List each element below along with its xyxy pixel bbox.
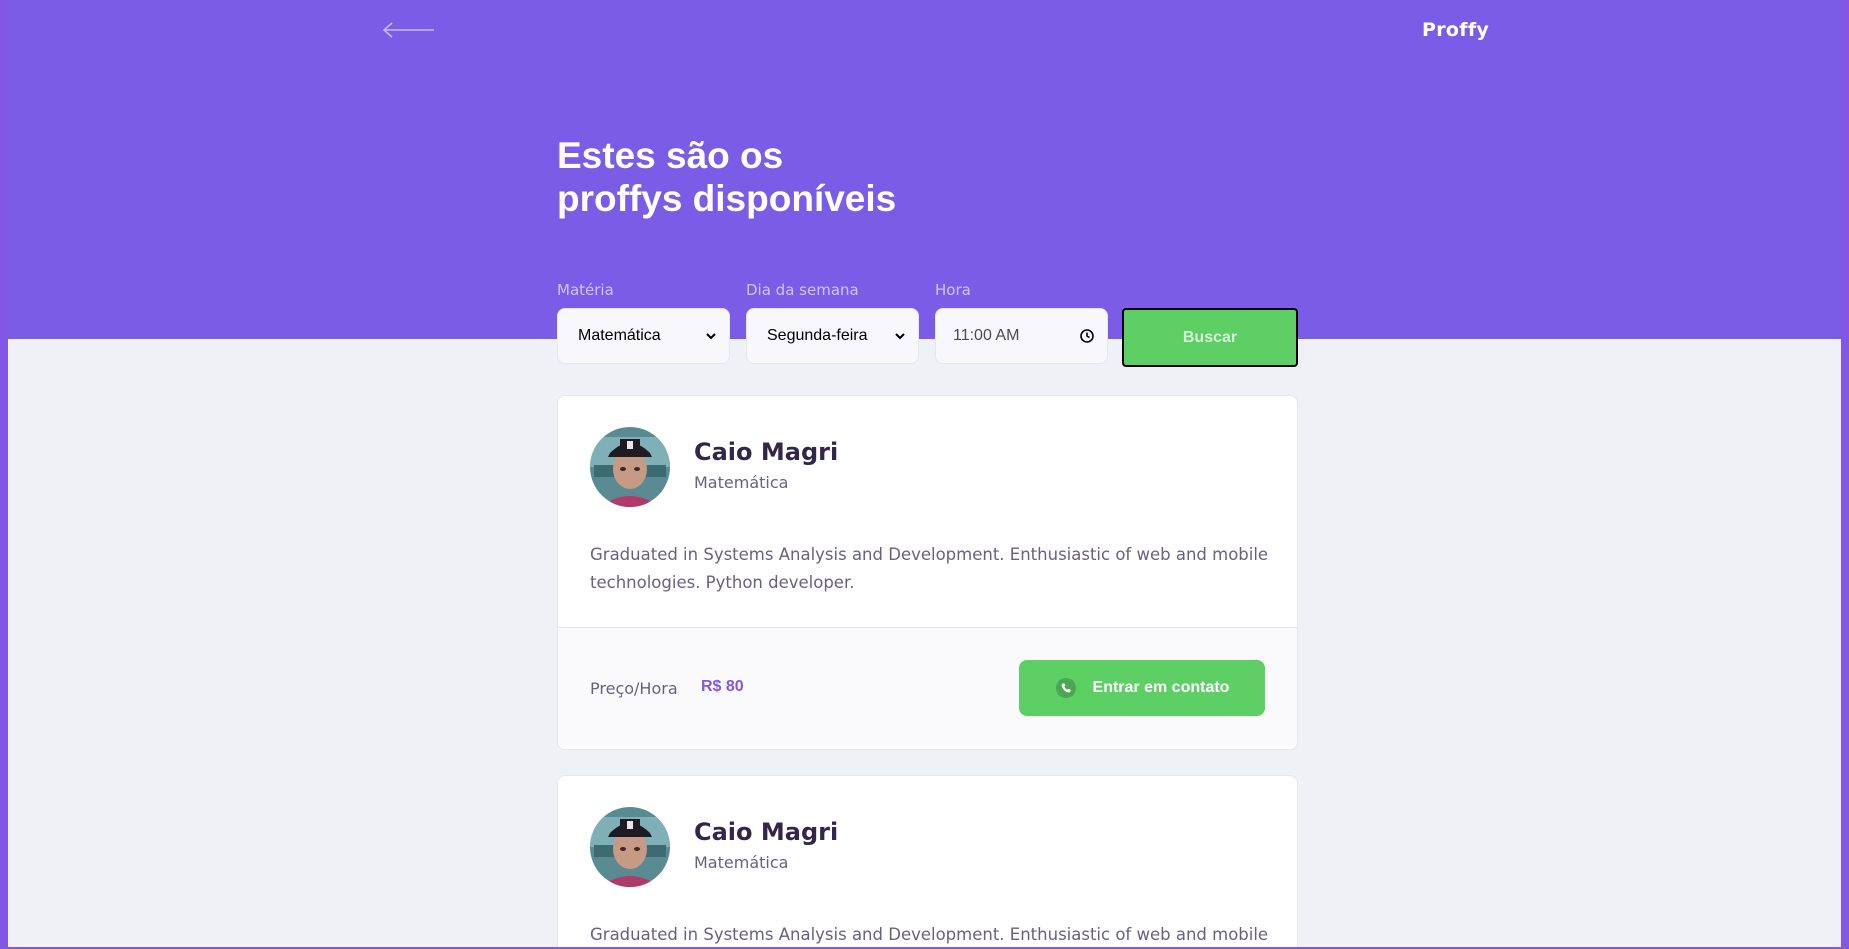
teacher-subject: Matemática [694,473,789,492]
page-title: Estes são os proffys disponíveis [557,134,977,220]
clock-icon[interactable] [1079,328,1095,344]
card-footer: Preço/Hora R$ 80 Entrar em contato [558,627,1297,747]
logo[interactable]: Proffy [1422,19,1489,41]
page: Proffy Estes são os proffys disponíveis … [8,0,1841,947]
filter-time-label: Hora [935,281,971,299]
page-title-line-1: Estes são os [557,135,784,176]
weekday-select[interactable]: Segunda-feira [746,308,919,364]
teacher-card: Caio Magri Matemática Graduated in Syste… [557,395,1298,750]
avatar-image [590,427,670,507]
search-button[interactable]: Buscar [1122,308,1298,367]
subject-select-value: Matemática [578,327,661,344]
price-label: Preço/Hora [590,679,678,698]
teacher-subject: Matemática [694,853,789,872]
chevron-down-icon [895,333,905,340]
subject-select[interactable]: Matemática [557,308,730,364]
filter-weekday: Dia da semana Segunda-feira [746,281,919,364]
avatar-image [590,807,670,887]
time-input-value: 11:00 AM [953,327,1020,344]
arrow-left-icon[interactable] [376,20,436,40]
weekday-select-value: Segunda-feira [767,327,868,344]
teacher-card: Caio Magri Matemática Graduated in Syste… [557,775,1298,947]
filter-time: Hora 11:00 AM [935,281,1108,364]
price-value: R$ 80 [701,678,744,695]
filter-subject: Matéria Matemática [557,281,730,364]
teacher-name: Caio Magri [694,818,839,846]
whatsapp-icon [1055,678,1076,698]
avatar [590,427,670,507]
page-title-line-2: proffys disponíveis [557,178,897,219]
avatar [590,807,670,887]
contact-button-label: Entrar em contato [1092,679,1230,696]
filter-weekday-label: Dia da semana [746,281,859,299]
time-input[interactable]: 11:00 AM [935,308,1108,364]
contact-button[interactable]: Entrar em contato [1019,660,1265,716]
teacher-name: Caio Magri [694,438,839,466]
page-header: Proffy Estes são os proffys disponíveis … [8,0,1841,364]
chevron-down-icon [706,333,716,340]
filter-subject-label: Matéria [557,281,614,299]
teacher-bio: Graduated in Systems Analysis and Develo… [590,545,1269,592]
teacher-bio: Graduated in Systems Analysis and Develo… [590,925,1269,944]
